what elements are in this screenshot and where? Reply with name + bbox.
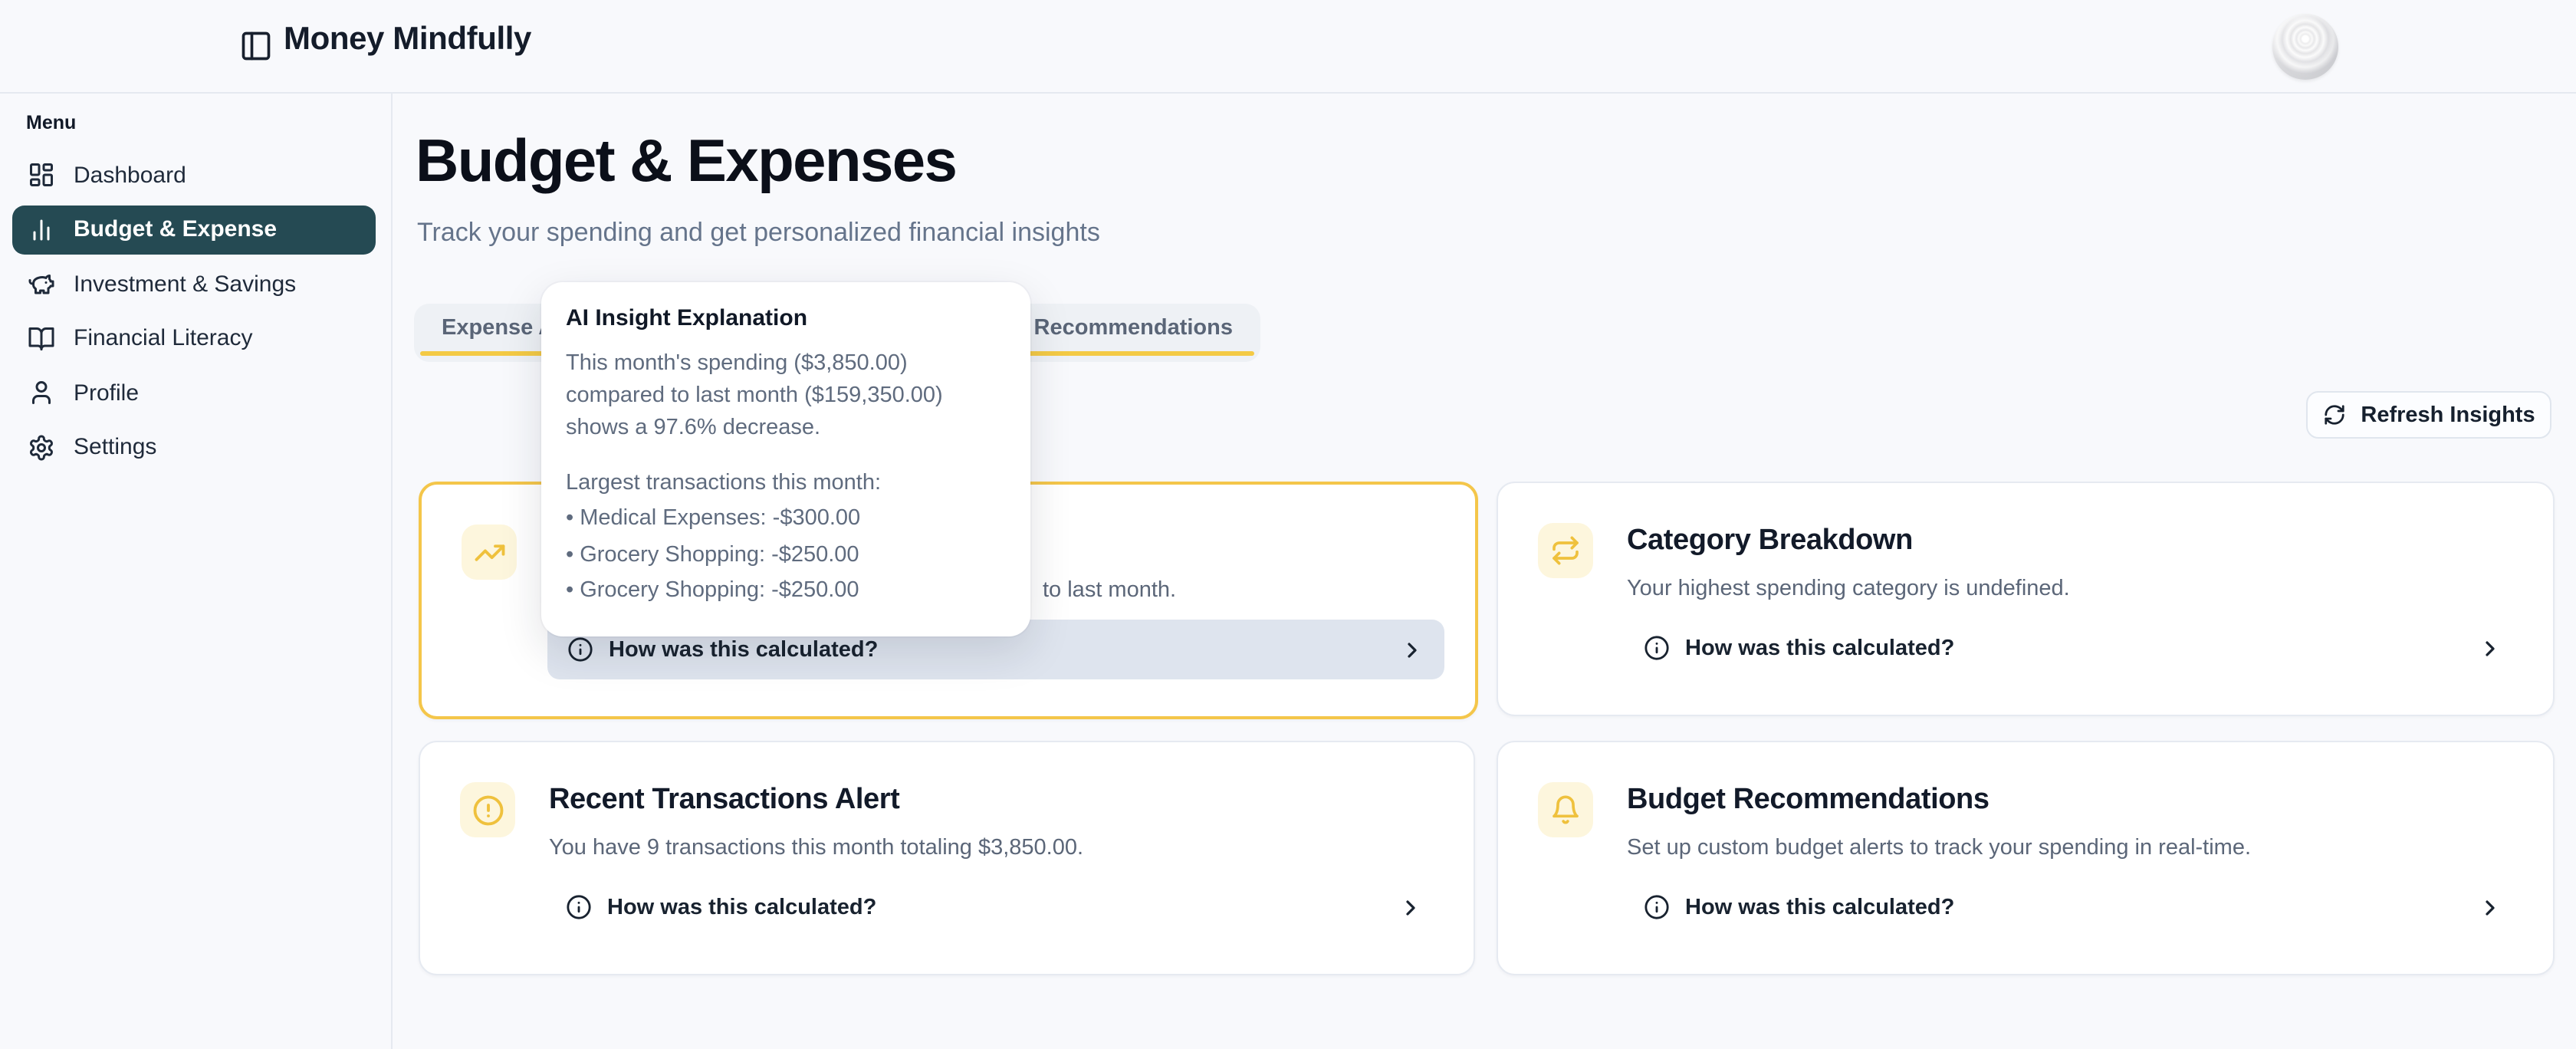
card-body: You have 9 transactions this month total… bbox=[549, 836, 1083, 860]
chevron-right-icon bbox=[2478, 636, 2502, 660]
how-calculated-label: How was this calculated? bbox=[1685, 895, 1954, 919]
sidebar-nav: Dashboard Budget & Expense Investment & … bbox=[12, 150, 376, 477]
sidebar-item-label: Investment & Savings bbox=[74, 271, 296, 297]
card-title: Budget Recommendations bbox=[1627, 784, 1990, 817]
gear-icon bbox=[28, 433, 55, 461]
info-icon bbox=[566, 894, 592, 920]
card-category-breakdown: Category Breakdown Your highest spending… bbox=[1497, 482, 2555, 716]
refresh-insights-label: Refresh Insights bbox=[2361, 403, 2535, 427]
how-calculated-label: How was this calculated? bbox=[609, 637, 878, 662]
page-subtitle: Track your spending and get personalized… bbox=[417, 218, 1100, 248]
info-icon bbox=[1644, 635, 1670, 661]
trending-up-icon bbox=[462, 524, 517, 580]
how-calculated-button[interactable]: How was this calculated? bbox=[1624, 877, 2522, 937]
card-body: Set up custom budget alerts to track you… bbox=[1627, 836, 2251, 860]
user-icon bbox=[28, 379, 55, 406]
tooltip-list-item: • Grocery Shopping: -$250.00 bbox=[566, 576, 1006, 607]
panel-left-icon bbox=[239, 29, 273, 63]
bar-chart-icon bbox=[28, 215, 55, 243]
sidebar-item-dashboard[interactable]: Dashboard bbox=[12, 150, 376, 199]
info-icon bbox=[1644, 894, 1670, 920]
card-body: Your highest spending category is undefi… bbox=[1627, 577, 2070, 601]
tooltip-list-item: • Grocery Shopping: -$250.00 bbox=[566, 540, 1006, 571]
chevron-right-icon bbox=[1400, 637, 1424, 662]
sidebar-menu-label: Menu bbox=[26, 112, 76, 133]
app-root: Money Mindfully Menu Dashboard Budget & … bbox=[0, 0, 2576, 1049]
sidebar-item-budget-expense[interactable]: Budget & Expense bbox=[12, 205, 376, 254]
dashboard-icon bbox=[28, 161, 55, 189]
tooltip-paragraph: This month's spending ($3,850.00) compar… bbox=[566, 348, 1006, 444]
card-title: Category Breakdown bbox=[1627, 524, 1913, 558]
piggy-bank-icon bbox=[28, 270, 55, 298]
sidebar-item-settings[interactable]: Settings bbox=[12, 423, 376, 472]
app-header: Money Mindfully bbox=[0, 0, 2576, 94]
ai-insight-tooltip: AI Insight Explanation This month's spen… bbox=[541, 282, 1030, 636]
how-calculated-label: How was this calculated? bbox=[607, 895, 876, 919]
info-icon bbox=[567, 636, 593, 663]
refresh-insights-button[interactable]: Refresh Insights bbox=[2306, 391, 2551, 439]
card-recent-transactions-alert: Recent Transactions Alert You have 9 tra… bbox=[419, 741, 1475, 975]
card-title: Recent Transactions Alert bbox=[549, 784, 899, 817]
how-calculated-button[interactable]: How was this calculated? bbox=[1624, 618, 2522, 678]
book-open-icon bbox=[28, 324, 55, 352]
sidebar-item-investment-savings[interactable]: Investment & Savings bbox=[12, 259, 376, 308]
card-budget-recommendations: Budget Recommendations Set up custom bud… bbox=[1497, 741, 2555, 975]
avatar[interactable] bbox=[2272, 14, 2338, 80]
chevron-right-icon bbox=[1398, 895, 1423, 919]
how-calculated-button[interactable]: How was this calculated? bbox=[546, 877, 1443, 937]
sidebar-toggle-button[interactable] bbox=[239, 29, 273, 63]
alert-circle-icon bbox=[460, 782, 515, 837]
bell-icon bbox=[1538, 782, 1593, 837]
sidebar-item-profile[interactable]: Profile bbox=[12, 368, 376, 417]
sidebar-item-label: Financial Literacy bbox=[74, 325, 252, 351]
repeat-icon bbox=[1538, 523, 1593, 578]
refresh-icon bbox=[2322, 403, 2345, 426]
tooltip-list-item: • Medical Expenses: -$300.00 bbox=[566, 503, 1006, 534]
app-title: Money Mindfully bbox=[284, 21, 531, 58]
card-body-fragment: to last month. bbox=[1043, 578, 1176, 603]
sidebar-item-label: Dashboard bbox=[74, 162, 186, 188]
how-calculated-label: How was this calculated? bbox=[1685, 636, 1954, 660]
sidebar-item-label: Budget & Expense bbox=[74, 216, 277, 242]
sidebar-item-financial-literacy[interactable]: Financial Literacy bbox=[12, 314, 376, 363]
page-title: Budget & Expenses bbox=[416, 129, 956, 196]
sidebar-item-label: Profile bbox=[74, 380, 139, 406]
sidebar-item-label: Settings bbox=[74, 434, 156, 460]
tooltip-list-intro: Largest transactions this month: bbox=[566, 467, 1006, 498]
sidebar: Menu Dashboard Budget & Expense Investme… bbox=[0, 92, 393, 1049]
chevron-right-icon bbox=[2478, 895, 2502, 919]
tooltip-title: AI Insight Explanation bbox=[566, 305, 1006, 331]
